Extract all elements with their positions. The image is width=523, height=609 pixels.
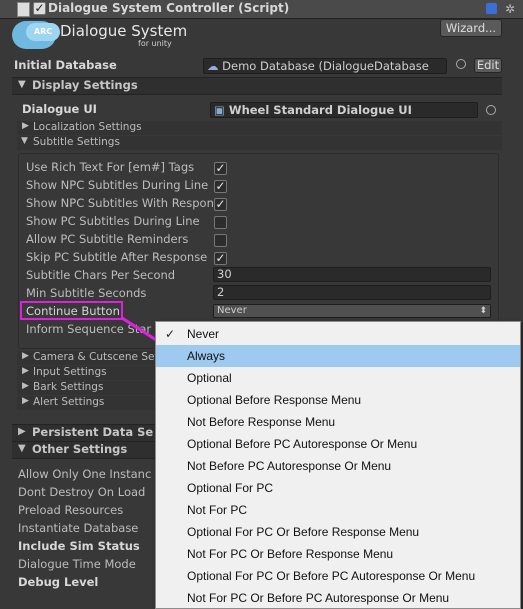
checkmark-icon: ✓ [165,327,176,341]
menu-item-label: Never [187,327,220,341]
menu-item[interactable]: Optional For PC [156,477,520,499]
menu-item-label: Not For PC [187,503,248,517]
menu-item[interactable]: Not Before Response Menu [156,411,520,433]
menu-item[interactable]: Always [156,345,520,367]
menu-item[interactable]: Optional Before PC Autoresponse Or Menu [156,433,520,455]
menu-item-label: Not For PC Or Before Response Menu [187,547,394,561]
menu-item-label: Optional For PC Or Before Response Menu [187,525,420,539]
menu-item[interactable]: ✓ Never [156,323,520,345]
menu-item-label: Always [187,349,226,363]
menu-item-label: Not Before PC Autoresponse Or Menu [187,459,392,473]
menu-item[interactable]: Optional Before Response Menu [156,389,520,411]
menu-item-label: Optional For PC [187,481,274,495]
menu-item[interactable]: Optional [156,367,520,389]
menu-item-label: Optional [187,371,232,385]
menu-item[interactable]: Not For PC Or Before Response Menu [156,543,520,565]
menu-item[interactable]: Optional For PC Or Before Response Menu [156,521,520,543]
menu-item[interactable]: Optional For PC Or Before PC Autorespons… [156,565,520,587]
menu-item-label: Optional Before Response Menu [187,393,362,407]
continue-button-menu: ✓ Never Always Optional Optional Before Resp… [155,321,521,609]
menu-item[interactable]: Not Before PC Autoresponse Or Menu [156,455,520,477]
menu-item-label: Not Before Response Menu [187,415,336,429]
menu-item-label: Optional Before PC Autoresponse Or Menu [187,437,418,451]
menu-item-label: Not For PC Or Before PC Autoresponse Or … [187,591,450,605]
menu-item[interactable]: Not For PC [156,499,520,521]
menu-item-label: Optional For PC Or Before PC Autorespons… [187,569,476,583]
menu-item[interactable]: Not For PC Or Before PC Autoresponse Or … [156,587,520,609]
